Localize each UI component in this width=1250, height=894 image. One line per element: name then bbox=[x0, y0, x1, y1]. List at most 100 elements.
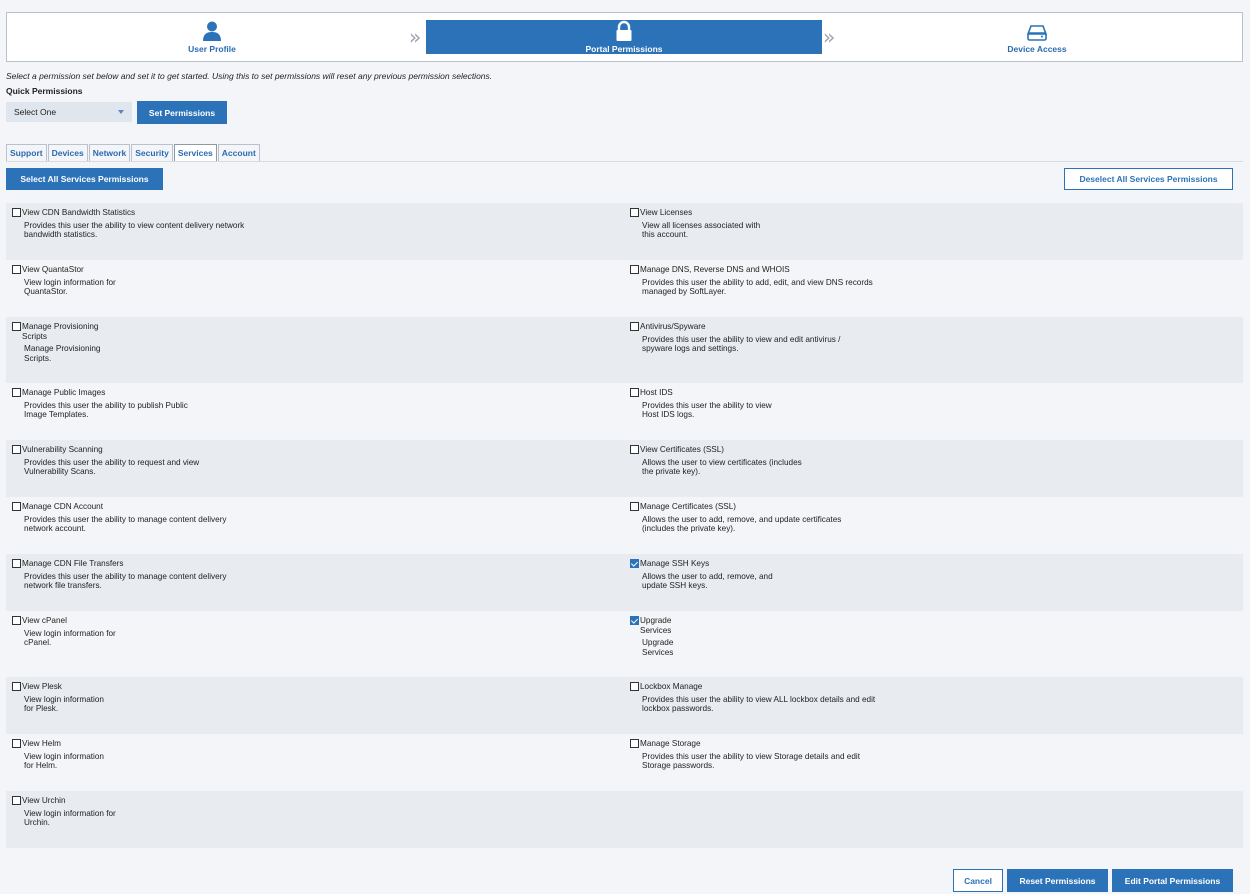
permission-item: Manage DNS, Reverse DNS and WHOIS Provide… bbox=[630, 265, 873, 297]
permission-item: View Plesk View login information for Ple… bbox=[12, 682, 104, 714]
permission-header: Manage SSH Keys bbox=[630, 559, 773, 569]
permission-item: View Urchin View login information for Ur… bbox=[12, 796, 116, 828]
permission-item: Manage Public Images Provides this user t… bbox=[12, 388, 188, 420]
permission-header: View Urchin bbox=[12, 796, 116, 806]
permission-item: View Certificates (SSL) Allows the user t… bbox=[630, 445, 802, 477]
permission-item: Manage SSH Keys Allows the user to add, r… bbox=[630, 559, 773, 591]
permission-title: Upgrade Services bbox=[640, 616, 672, 635]
permission-header: Antivirus/Spyware bbox=[630, 322, 840, 332]
select-all-services-button[interactable]: Select All Services Permissions bbox=[6, 168, 163, 190]
permission-title: Lockbox Manage bbox=[640, 682, 703, 691]
permission-checkbox[interactable] bbox=[630, 682, 639, 691]
permission-description: Provides this user the ability to publis… bbox=[24, 400, 188, 420]
permission-checkbox[interactable] bbox=[630, 445, 639, 454]
permission-checkbox[interactable] bbox=[12, 616, 21, 625]
permission-checkbox[interactable] bbox=[630, 559, 639, 568]
permission-title: View QuantaStor bbox=[22, 265, 84, 274]
permission-row: View QuantaStor View login information fo… bbox=[6, 260, 1243, 317]
permission-checkbox[interactable] bbox=[12, 739, 21, 748]
tab-support[interactable]: Support bbox=[6, 144, 47, 161]
tab-account[interactable]: Account bbox=[217, 144, 260, 161]
permission-item: Vulnerability Scanning Provides this user… bbox=[12, 445, 199, 477]
permission-checkbox[interactable] bbox=[630, 502, 639, 511]
permission-checkbox[interactable] bbox=[12, 559, 21, 568]
permission-checkbox[interactable] bbox=[12, 265, 21, 274]
permission-item: View Licenses View all licenses associate… bbox=[630, 208, 760, 240]
permission-description: View login information for Urchin. bbox=[24, 808, 116, 828]
permission-header: View Licenses bbox=[630, 208, 760, 218]
quick-permissions-select[interactable]: Select One bbox=[6, 102, 132, 122]
permission-checkbox[interactable] bbox=[630, 739, 639, 748]
permission-checkbox[interactable] bbox=[630, 616, 639, 625]
permission-description: Provides this user the ability to reques… bbox=[24, 457, 200, 477]
permission-checkbox[interactable] bbox=[12, 796, 21, 805]
permission-item: Antivirus/Spyware Provides this user the … bbox=[630, 322, 840, 354]
permission-row: Manage CDN File Transfers Provides this u… bbox=[6, 554, 1243, 611]
permission-title: View Certificates (SSL) bbox=[640, 445, 725, 454]
step-device-access[interactable]: Device Access bbox=[982, 20, 1092, 54]
quick-permissions-label: Quick Permissions bbox=[6, 86, 83, 96]
progress-stepper: User Profile » Portal Permissions » Devi… bbox=[6, 12, 1243, 62]
lock-icon bbox=[616, 20, 632, 41]
permission-checkbox[interactable] bbox=[630, 322, 639, 331]
tab-security[interactable]: Security bbox=[131, 144, 173, 161]
cancel-button[interactable]: Cancel bbox=[953, 869, 1003, 892]
reset-permissions-button[interactable]: Reset Permissions bbox=[1007, 869, 1108, 892]
permission-row: View Plesk View login information for Ple… bbox=[6, 677, 1243, 734]
hard-drive-icon bbox=[1026, 25, 1048, 41]
permission-checkbox[interactable] bbox=[12, 682, 21, 691]
permission-checkbox[interactable] bbox=[12, 502, 21, 511]
permissions-list: View CDN Bandwidth Statistics Provides th… bbox=[6, 203, 1243, 848]
permission-title: View Urchin bbox=[22, 796, 66, 805]
permission-description: View login information for QuantaStor. bbox=[24, 277, 116, 297]
permission-item: View cPanel View login information for cP… bbox=[12, 616, 116, 648]
chevron-right-icon: » bbox=[409, 25, 422, 49]
permission-description: Provides this user the ability to manage… bbox=[24, 514, 227, 534]
permission-description: Provides this user the ability to manage… bbox=[24, 571, 227, 591]
permission-header: View Certificates (SSL) bbox=[630, 445, 802, 455]
permission-description: Allows the user to add, remove, and upda… bbox=[642, 571, 773, 591]
step-user-profile[interactable]: User Profile bbox=[157, 20, 267, 54]
permission-checkbox[interactable] bbox=[630, 388, 639, 397]
permission-header: Manage Provisioning Scripts bbox=[12, 322, 100, 341]
permission-checkbox[interactable] bbox=[630, 208, 639, 217]
permission-row: Vulnerability Scanning Provides this user… bbox=[6, 440, 1243, 497]
tab-devices[interactable]: Devices bbox=[47, 144, 88, 161]
permission-header: Manage CDN Account bbox=[12, 502, 227, 512]
permission-title: View Licenses bbox=[640, 208, 693, 217]
permission-checkbox[interactable] bbox=[12, 445, 21, 454]
permission-header: View QuantaStor bbox=[12, 265, 116, 275]
set-permissions-button[interactable]: Set Permissions bbox=[137, 101, 227, 124]
permission-description: View login information for cPanel. bbox=[24, 628, 116, 648]
permission-item: Upgrade Services Upgrade Services bbox=[630, 616, 673, 657]
step-label: User Profile bbox=[188, 44, 236, 54]
step-label: Portal Permissions bbox=[585, 44, 663, 54]
chevron-right-icon: » bbox=[823, 25, 836, 49]
permission-title: Antivirus/Spyware bbox=[640, 322, 706, 331]
permission-item: View CDN Bandwidth Statistics Provides th… bbox=[12, 208, 244, 240]
permission-description: Manage Provisioning Scripts. bbox=[24, 344, 101, 363]
permission-checkbox[interactable] bbox=[12, 322, 21, 331]
permission-item: Manage CDN Account Provides this user the… bbox=[12, 502, 227, 534]
step-portal-permissions[interactable]: Portal Permissions bbox=[426, 20, 822, 54]
permission-checkbox[interactable] bbox=[630, 265, 639, 274]
permission-description: View login information for Helm. bbox=[24, 751, 104, 771]
permission-title: View cPanel bbox=[22, 616, 67, 625]
edit-portal-permissions-button[interactable]: Edit Portal Permissions bbox=[1112, 869, 1233, 892]
deselect-all-services-button[interactable]: Deselect All Services Permissions bbox=[1064, 168, 1233, 190]
permission-title: Manage CDN Account bbox=[22, 502, 104, 511]
permission-row: View Urchin View login information for Ur… bbox=[6, 791, 1243, 848]
permission-header: Manage CDN File Transfers bbox=[12, 559, 227, 569]
permission-row: View cPanel View login information for cP… bbox=[6, 611, 1243, 677]
permission-checkbox[interactable] bbox=[12, 388, 21, 397]
permission-item: Lockbox Manage Provides this user the abi… bbox=[630, 682, 875, 714]
permission-header: View Plesk bbox=[12, 682, 104, 692]
permission-description: View login information for Plesk. bbox=[24, 694, 104, 714]
step-label: Device Access bbox=[1007, 44, 1067, 54]
tab-network[interactable]: Network bbox=[88, 144, 131, 161]
permission-title: View CDN Bandwidth Statistics bbox=[22, 208, 136, 217]
permission-tabs: Support Devices Network Security Service… bbox=[6, 144, 261, 161]
permission-checkbox[interactable] bbox=[12, 208, 21, 217]
permission-header: View Helm bbox=[12, 739, 104, 749]
tab-services[interactable]: Services bbox=[173, 144, 217, 161]
